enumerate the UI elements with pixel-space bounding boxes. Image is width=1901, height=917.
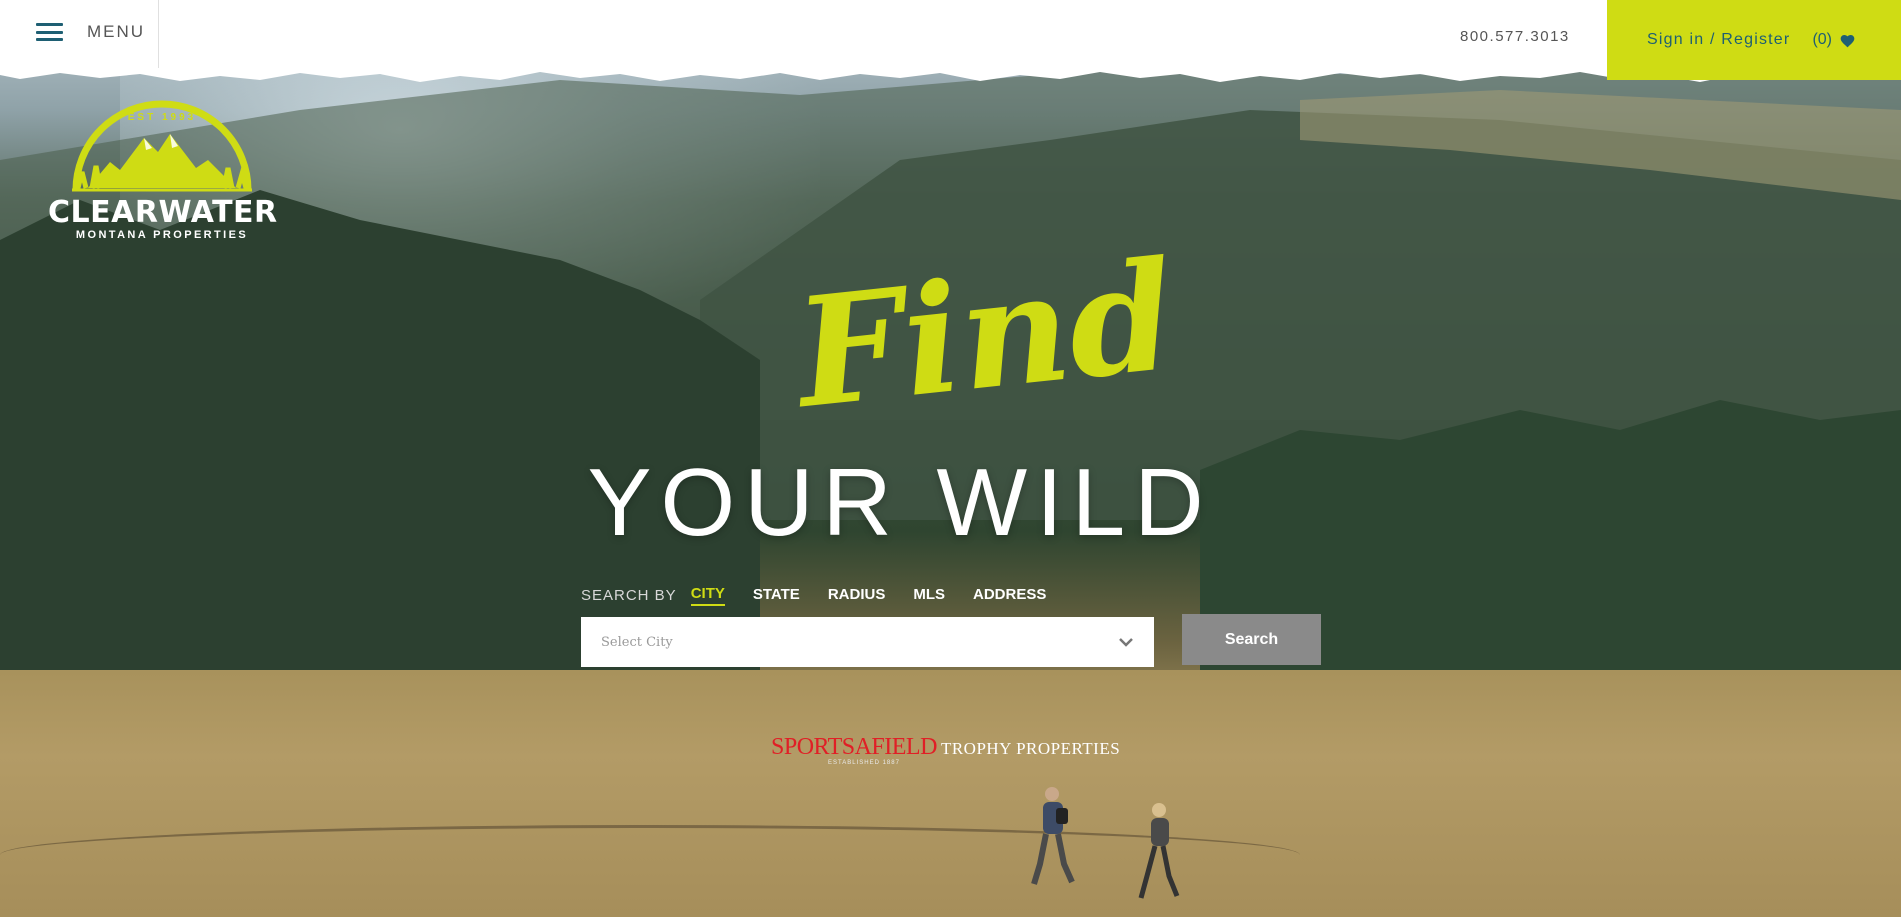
hiker-figure [1138, 803, 1180, 899]
search-by-tabs: SEARCH BY CITY STATE RADIUS MLS ADDRESS [581, 585, 1074, 606]
hero-trail [0, 825, 1300, 885]
search-by-label: SEARCH BY [581, 587, 677, 604]
clearwater-logo[interactable]: EST 1993 CLEARWATER MONTANA PROPERTIES [48, 90, 278, 250]
city-select-placeholder: Select City [601, 634, 673, 650]
logo-established: EST 1993 [127, 112, 197, 123]
signin-register-link[interactable]: Sign in / Register [1647, 31, 1790, 49]
hamburger-icon [36, 23, 63, 41]
logo-name: CLEARWATER [48, 195, 278, 230]
search-button[interactable]: Search [1182, 614, 1321, 665]
account-panel: Sign in / Register (0) [1607, 0, 1901, 80]
partner-tagline: TROPHY PROPERTIES [940, 739, 1121, 758]
tab-city[interactable]: CITY [690, 585, 725, 606]
tab-address[interactable]: ADDRESS [973, 586, 1046, 605]
partner-logo[interactable]: SPORTSAFIELD TROPHY PROPERTIES ESTABLISH… [771, 734, 1121, 766]
headline-script: Find [788, 227, 1183, 443]
menu-label: MENU [87, 22, 146, 41]
favorites-button[interactable]: (0) [1812, 31, 1856, 49]
city-select[interactable]: Select City [581, 617, 1154, 667]
tab-state[interactable]: STATE [753, 586, 800, 605]
chevron-down-icon [1119, 638, 1133, 647]
favorites-count: (0) [1812, 31, 1832, 48]
logo-subtitle: MONTANA PROPERTIES [75, 229, 249, 241]
headline-main: YOUR WILD [587, 449, 1213, 556]
partner-established: ESTABLISHED 1887 [828, 760, 900, 766]
tab-mls[interactable]: MLS [913, 586, 945, 605]
mountain-emblem-icon [72, 100, 252, 192]
partner-brand: SPORTSAFIELD [771, 734, 937, 760]
heart-icon [1840, 34, 1855, 47]
menu-divider [158, 0, 159, 72]
phone-link[interactable]: 800.577.3013 [1460, 28, 1570, 45]
tab-radius[interactable]: RADIUS [828, 586, 886, 605]
menu-button[interactable]: MENU [36, 22, 145, 42]
hiker-figure [1031, 787, 1075, 885]
